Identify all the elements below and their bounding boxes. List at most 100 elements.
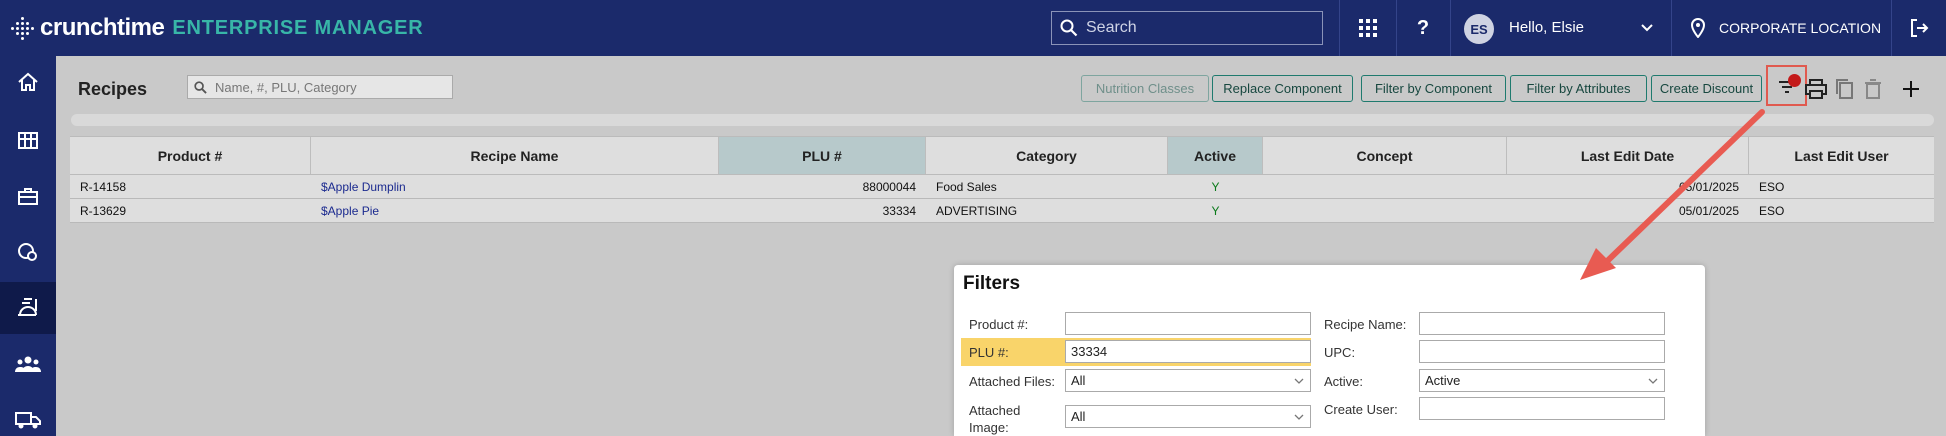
upc-label: UPC:	[1324, 345, 1356, 360]
nav-locations[interactable]	[0, 114, 56, 166]
nav-tools[interactable]	[0, 170, 56, 222]
table-header: Product # Recipe Name PLU # Category Act…	[70, 136, 1934, 175]
cell-last-edit-date: 05/01/2025	[1678, 203, 1739, 218]
settings-shield-icon	[18, 243, 37, 261]
table-row[interactable]: R-14158 $Apple Dumplin 88000044 Food Sal…	[70, 175, 1934, 199]
search-icon	[1060, 19, 1078, 37]
column-header-category[interactable]: Category	[926, 137, 1168, 174]
nutrition-classes-button[interactable]: Nutrition Classes	[1081, 75, 1209, 102]
filters-title: Filters	[963, 273, 1021, 294]
chevron-down-icon	[1648, 378, 1658, 384]
column-header-product[interactable]: Product #	[70, 137, 311, 174]
filter-toggle-button[interactable]	[1766, 65, 1807, 106]
cell-category: ADVERTISING	[936, 203, 1018, 218]
location-pin-icon	[1685, 15, 1711, 41]
attached-files-value: All	[1071, 373, 1086, 388]
nav-home[interactable]	[0, 56, 56, 108]
add-icon[interactable]	[1899, 77, 1923, 101]
plu-label: PLU #:	[969, 345, 1009, 360]
recipes-icon	[18, 298, 37, 316]
nav-logistics[interactable]	[0, 394, 56, 436]
copy-icon[interactable]	[1832, 77, 1856, 101]
help-icon[interactable]: ?	[1410, 15, 1436, 41]
cell-concept	[1263, 199, 1507, 222]
column-header-last-edit-date[interactable]: Last Edit Date	[1507, 137, 1749, 174]
attached-image-label: Attached Image:	[969, 403, 1021, 435]
filter-by-attributes-button[interactable]: Filter by Attributes	[1510, 75, 1647, 102]
building-icon	[18, 132, 38, 149]
cell-active: Y	[1211, 179, 1220, 194]
product-number-label: Product #:	[969, 317, 1029, 332]
recipe-name-field[interactable]	[1419, 312, 1665, 335]
recipe-search-placeholder: Name, #, PLU, Category	[215, 79, 357, 95]
filter-by-component-button[interactable]: Filter by Component	[1361, 75, 1506, 102]
cell-last-edit-date: 05/01/2025	[1678, 179, 1739, 194]
logo-mark-icon	[10, 15, 36, 41]
brand-name: crunchtime	[40, 14, 165, 41]
active-select[interactable]: Active	[1419, 369, 1665, 392]
logo[interactable]: crunchtime ENTERPRISE MANAGER	[0, 0, 423, 56]
recipes-table: Product # Recipe Name PLU # Category Act…	[70, 136, 1934, 223]
search-icon	[194, 80, 207, 94]
nav-recipes[interactable]	[0, 282, 56, 334]
divider	[1396, 0, 1397, 56]
search-placeholder: Search	[1086, 19, 1137, 36]
chevron-down-icon[interactable]	[1634, 15, 1660, 41]
active-filter-badge	[1788, 74, 1801, 87]
column-header-concept[interactable]: Concept	[1263, 137, 1507, 174]
people-icon	[15, 356, 41, 372]
cell-plu: 33334	[882, 203, 916, 218]
attached-files-select[interactable]: All	[1065, 369, 1311, 392]
product-name: ENTERPRISE MANAGER	[172, 16, 424, 39]
attached-image-value: All	[1071, 409, 1086, 424]
cell-active: Y	[1211, 203, 1220, 218]
chevron-down-icon	[1294, 414, 1304, 420]
attached-image-select[interactable]: All	[1065, 405, 1311, 428]
cell-product: R-13629	[80, 203, 127, 218]
product-number-field[interactable]	[1065, 312, 1311, 335]
create-discount-button[interactable]: Create Discount	[1651, 75, 1762, 102]
user-greeting[interactable]: Hello, Elsie	[1509, 19, 1584, 36]
horizontal-scrollbar[interactable]	[71, 114, 1934, 126]
truck-icon	[15, 412, 41, 429]
upc-field[interactable]	[1419, 340, 1665, 363]
create-user-field[interactable]	[1419, 397, 1665, 420]
global-search-input[interactable]: Search	[1051, 11, 1323, 45]
cell-recipe-name-link[interactable]: $Apple Dumplin	[311, 175, 719, 198]
divider	[1671, 0, 1672, 56]
avatar[interactable]: ES	[1464, 14, 1494, 44]
cell-last-edit-user: ESO	[1759, 179, 1785, 194]
chevron-down-icon	[1294, 378, 1304, 384]
recipe-name-label: Recipe Name:	[1324, 317, 1407, 332]
column-header-active[interactable]: Active	[1168, 137, 1263, 174]
page-title: Recipes	[78, 79, 148, 99]
column-header-recipe-name[interactable]: Recipe Name	[311, 137, 719, 174]
attached-files-label: Attached Files:	[969, 374, 1055, 389]
nav-admin[interactable]	[0, 226, 56, 278]
plu-field[interactable]: 33334	[1065, 340, 1311, 363]
divider	[1891, 0, 1892, 56]
divider	[1450, 0, 1451, 56]
column-header-plu[interactable]: PLU #	[719, 137, 926, 174]
table-row[interactable]: R-13629 $Apple Pie 33334 ADVERTISING Y 0…	[70, 199, 1934, 223]
cell-category: Food Sales	[936, 179, 997, 194]
top-bar: crunchtime ENTERPRISE MANAGER Search ? E…	[0, 0, 1946, 56]
filters-panel: Filters Product #: PLU #: 33334 Attached…	[954, 265, 1705, 436]
replace-component-button[interactable]: Replace Component	[1212, 75, 1353, 102]
current-location[interactable]: CORPORATE LOCATION	[1719, 20, 1881, 36]
cell-recipe-name-link[interactable]: $Apple Pie	[311, 199, 719, 222]
recipe-search-input[interactable]: Name, #, PLU, Category	[187, 75, 453, 99]
toolbox-icon	[18, 188, 38, 205]
nav-people[interactable]	[0, 338, 56, 390]
divider	[1339, 0, 1340, 56]
trash-icon[interactable]	[1861, 77, 1885, 101]
logout-icon[interactable]	[1906, 15, 1932, 41]
side-nav	[0, 56, 56, 436]
create-user-label: Create User:	[1324, 402, 1398, 417]
apps-grid-icon[interactable]	[1355, 15, 1381, 41]
print-icon[interactable]	[1804, 77, 1828, 101]
cell-product: R-14158	[80, 179, 127, 194]
active-value: Active	[1425, 373, 1461, 388]
column-header-last-edit-user[interactable]: Last Edit User	[1749, 137, 1934, 174]
cell-concept	[1263, 175, 1507, 198]
